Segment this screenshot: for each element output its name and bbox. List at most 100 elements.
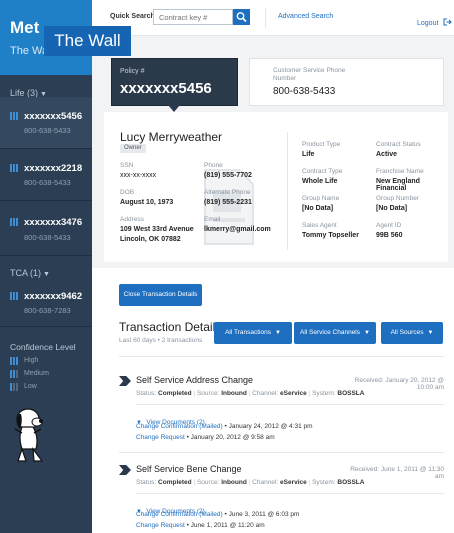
confidence-medium-icon — [10, 370, 19, 378]
account-number: xxxxxxx9462 — [24, 291, 83, 302]
logout-label: Logout — [417, 20, 439, 27]
customer-service-label: Customer Service Phone Number — [273, 67, 346, 82]
sidebar-account-item[interactable]: xxxxxxx9462 800-638-7283 — [0, 277, 92, 327]
ssn-value: xxx-xx-xxxx — [120, 172, 157, 179]
brand-logo: Met — [10, 18, 40, 37]
system-label: System: — [312, 390, 336, 397]
legend-medium-label: Medium — [24, 370, 49, 377]
chevron-down-icon: ▼ — [274, 330, 281, 336]
all-service-channels-label: All Service Channels — [300, 329, 361, 336]
all-sources-dropdown[interactable]: All Sources ▼ — [381, 322, 443, 344]
transaction-title[interactable]: Self Service Bene Change — [136, 464, 242, 474]
document-date: • January 24, 2012 @ 4:31 pm — [222, 423, 313, 430]
logout-link[interactable]: Logout — [417, 12, 452, 27]
agent-id-label: Agent ID — [376, 222, 402, 229]
address-line1: 109 West 33rd Avenue — [120, 226, 194, 233]
legend-high-label: High — [24, 357, 39, 364]
brand-subtitle: The Wa — [10, 45, 49, 57]
source-value: Inbound — [221, 479, 247, 486]
contract-status-value: Active — [376, 151, 398, 158]
details-divider — [287, 132, 288, 250]
alt-phone-label: Alternate Phone — [204, 189, 251, 196]
channel-value: eService — [280, 390, 307, 397]
channel-label: Channel: — [252, 390, 279, 397]
franchise-value: New England Financial — [376, 178, 420, 192]
document-row: Change Request • January 20, 2012 @ 9:58… — [136, 434, 275, 441]
search-input[interactable] — [153, 9, 233, 25]
legend-low-label: Low — [24, 383, 37, 390]
close-transaction-details-button[interactable]: Close Transaction Details — [119, 284, 202, 306]
document-link[interactable]: Change Request — [136, 522, 185, 529]
transaction-received: Received: January 20, 2012 @ 10:00 am — [354, 377, 444, 391]
document-watermark-icon — [204, 169, 254, 245]
phone-value: (819) 555-7702 — [204, 172, 252, 179]
policy-label: Policy # — [120, 68, 145, 75]
customer-details-card: Lucy Merryweather Owner SSN xxx-xx-xxxx … — [104, 112, 448, 262]
source-label: Source: — [196, 479, 220, 486]
franchise-label: Franchise Name — [376, 168, 424, 175]
system-value: BOSSLA — [337, 479, 365, 486]
search-button[interactable] — [233, 9, 250, 25]
sidebar-account-item[interactable]: xxxxxxx3476 800-638-5433 — [0, 201, 92, 256]
logout-icon — [443, 18, 452, 26]
group-name-label: Group Name — [302, 195, 340, 202]
account-number: xxxxxxx3476 — [24, 217, 83, 228]
transaction-received: Received: June 1, 2011 @ 11:30 am — [350, 466, 444, 480]
confidence-high-icon — [10, 292, 19, 300]
legend-low: Low — [0, 382, 92, 394]
document-link[interactable]: Change Confirmation (Mailed) — [136, 423, 223, 430]
email-label: Email — [204, 216, 221, 223]
system-label: System: — [312, 479, 336, 486]
topbar-divider — [265, 8, 266, 28]
divider — [136, 493, 444, 494]
status-label: Status: — [136, 479, 157, 486]
transactions-title: Transaction Details — [119, 320, 222, 334]
document-row: Change Request • June 1, 2011 @ 11:20 am — [136, 522, 265, 529]
contract-status-label: Contract Status — [376, 141, 421, 148]
sales-agent-label: Sales Agent — [302, 222, 337, 229]
confidence-low-icon — [10, 383, 19, 391]
divider — [119, 452, 444, 453]
status-value: Completed — [158, 390, 192, 397]
policy-card: Policy # xxxxxxx5456 — [111, 58, 238, 112]
divider — [119, 356, 444, 357]
product-type-label: Product Type — [302, 141, 341, 148]
owner-badge: Owner — [120, 144, 146, 153]
customer-service-card: Customer Service Phone Number 800-638-54… — [249, 58, 444, 106]
advanced-search-link[interactable]: Advanced Search — [278, 13, 333, 20]
status-label: Status: — [136, 390, 157, 397]
policy-number: xxxxxxx5456 — [120, 80, 212, 97]
sidebar-account-item[interactable]: xxxxxxx5456 800-638-5433 — [0, 97, 92, 149]
confidence-high-icon — [10, 218, 19, 226]
legend-high: High — [0, 356, 92, 368]
source-label: Source: — [196, 390, 220, 397]
alt-phone-value: (819) 555-2231 — [204, 199, 252, 206]
confidence-high-icon — [10, 357, 19, 365]
document-link[interactable]: Change Request — [136, 434, 185, 441]
document-date: • June 1, 2011 @ 11:20 am — [184, 522, 265, 529]
sales-agent-value: Tommy Topseller — [302, 232, 359, 239]
sidebar: Met The Wa Life (3) ▼ xxxxxxx5456 800-638… — [0, 0, 92, 533]
group-number-label: Group Number — [376, 195, 419, 202]
account-number: xxxxxxx5456 — [24, 111, 83, 122]
the-wall-label: The Wall — [44, 26, 131, 56]
document-link[interactable]: Change Confirmation (Mailed) — [136, 511, 223, 518]
chevron-down-icon: ▼ — [427, 330, 434, 336]
document-row: Change Confirmation (Mailed) • January 2… — [136, 423, 313, 430]
confidence-high-icon — [10, 112, 19, 120]
document-row: Change Confirmation (Mailed) • June 3, 2… — [136, 511, 299, 518]
all-service-channels-dropdown[interactable]: All Service Channels ▼ — [294, 322, 376, 344]
ssn-label: SSN — [120, 162, 134, 169]
status-value: Completed — [158, 479, 192, 486]
transactions-subtitle: Last 60 days • 2 transactions — [119, 337, 203, 344]
all-transactions-dropdown[interactable]: All Transactions ▼ — [214, 322, 292, 344]
agent-id-value: 99B 560 — [376, 232, 403, 239]
transaction-title[interactable]: Self Service Address Change — [136, 375, 253, 385]
document-date: • June 3, 2011 @ 6:03 pm — [222, 511, 300, 518]
email-value: lkmerry@gmail.com — [204, 226, 271, 233]
product-type-value: Life — [302, 151, 315, 158]
confidence-level-title: Confidence Level — [10, 342, 76, 352]
channel-value: eService — [280, 479, 307, 486]
address-line2: Lincoln, OK 07882 — [120, 236, 181, 243]
sidebar-account-item[interactable]: xxxxxxx2218 800-638-5433 — [0, 149, 92, 201]
